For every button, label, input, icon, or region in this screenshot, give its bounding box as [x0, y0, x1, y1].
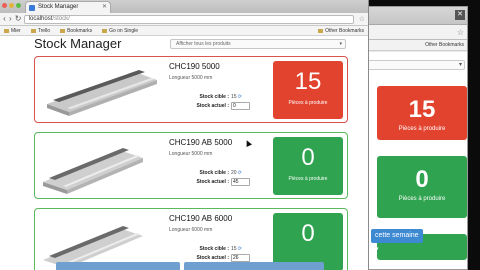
week-dropdown-button[interactable]: cette semaine ▾	[371, 229, 423, 253]
tab-close-icon[interactable]: ✕	[102, 3, 107, 10]
address-bar: ‹ › ↻ localhost/stock/ ☆	[0, 13, 368, 26]
background-browser-window[interactable]: ✕ ☆ Other Bookmarks ▾ 15 Pièces à produi…	[357, 6, 468, 270]
stock-cible-row: Stock cible : 20 ⟳	[199, 170, 242, 176]
product-card: CHC190 AB 6000 Longueur 6000 mm Stock ci…	[34, 208, 348, 270]
page-title: Stock Manager	[34, 36, 122, 51]
bg-product-card: 0 Pièces à produire	[371, 152, 467, 222]
stock-cible-value: 15	[231, 94, 237, 100]
stock-cible-row: Stock cible : 15 ⟳	[199, 94, 242, 100]
pieces-count: 0	[301, 220, 315, 247]
pieces-count: 0	[301, 144, 315, 171]
folder-icon	[318, 28, 324, 33]
folder-icon	[102, 28, 108, 33]
bg-product-card: 15 Pièces à produire	[371, 82, 467, 144]
stock-cible-value: 20	[231, 170, 237, 176]
folder-icon	[4, 28, 9, 33]
product-name: CHC190 AB 6000	[169, 214, 233, 223]
product-image	[47, 70, 157, 116]
product-card: CHC190 5000 Longueur 5000 mm Stock cible…	[34, 56, 348, 123]
bookmark-item[interactable]: Trello	[30, 28, 50, 34]
stock-actuel-input[interactable]: 45	[231, 178, 250, 186]
close-window-icon[interactable]	[2, 3, 7, 8]
stock-actuel-row: Stock actuel : 26	[185, 254, 250, 262]
bg-pieces-label: Pièces à produire	[398, 196, 446, 202]
window-close-icon[interactable]: ✕	[455, 10, 465, 20]
product-length: Longueur 5000 mm	[169, 151, 213, 157]
stock-actuel-input[interactable]: 0	[231, 102, 250, 110]
footer-button[interactable]	[184, 262, 324, 270]
maximize-window-icon[interactable]	[16, 3, 21, 8]
other-bookmarks[interactable]: Other Bookmarks	[318, 28, 364, 34]
stock-cible-row: Stock cible : 15 ⟳	[199, 246, 242, 252]
bg-bookmarks-bar[interactable]: Other Bookmarks	[358, 40, 467, 51]
tab-bar: Stock Manager ✕	[0, 0, 368, 13]
bookmark-item[interactable]: Mier	[4, 28, 21, 34]
stock-actuel-row: Stock actuel : 0	[185, 102, 250, 110]
product-length: Longueur 5000 mm	[169, 75, 213, 81]
pieces-label: Pièces à produire	[288, 176, 328, 182]
pieces-badge: 0 Pièces à produire	[273, 137, 343, 195]
main-browser-window[interactable]: Stock Manager ✕ ‹ › ↻ localhost/stock/ ☆…	[0, 0, 369, 270]
bookmark-star-icon[interactable]: ☆	[457, 28, 464, 37]
back-icon[interactable]: ‹	[3, 15, 6, 23]
url-input[interactable]: localhost/stock/	[23, 14, 354, 24]
bookmarks-bar: Mier Trello Bookmarks Go on Single Other…	[0, 26, 368, 36]
tab-title: Stock Manager	[38, 4, 79, 10]
refresh-icon[interactable]: ⟳	[238, 246, 242, 252]
stock-actuel-input[interactable]: 26	[231, 254, 250, 262]
product-name: CHC190 AB 5000	[169, 138, 233, 147]
pieces-count: 15	[294, 68, 322, 95]
footer-button[interactable]	[56, 262, 180, 270]
bg-pieces-count: 0	[415, 166, 429, 193]
product-length: Longueur 6000 mm	[169, 227, 213, 233]
bookmark-star-icon[interactable]: ☆	[359, 15, 365, 23]
page-content: Stock Manager Afficher tous les produits…	[0, 36, 368, 270]
forward-icon[interactable]: ›	[9, 15, 12, 23]
favicon-icon	[29, 5, 35, 11]
pieces-label: Pièces à produire	[288, 100, 328, 106]
tab-stock-manager[interactable]: Stock Manager ✕	[25, 1, 111, 13]
bookmark-item[interactable]: Bookmarks	[60, 28, 92, 34]
refresh-icon[interactable]: ⟳	[238, 170, 242, 176]
url-host: localhost	[28, 15, 53, 22]
window-controls	[2, 3, 21, 8]
product-name: CHC190 5000	[169, 62, 220, 71]
bg-pieces-badge: 15 Pièces à produire	[377, 86, 467, 140]
url-path: /stock/	[52, 15, 70, 22]
product-filter-select[interactable]: Afficher tous les produits ▾	[170, 39, 346, 49]
folder-icon	[60, 28, 66, 33]
bg-pieces-count: 15	[408, 96, 436, 123]
pieces-badge: 15 Pièces à produire	[273, 61, 343, 119]
bookmark-item[interactable]: Go on Single	[102, 28, 138, 34]
stock-cible-value: 15	[231, 246, 237, 252]
reload-icon[interactable]: ↻	[15, 15, 22, 23]
product-image	[43, 148, 143, 194]
bg-pieces-label: Pièces à produire	[398, 126, 446, 132]
stock-actuel-row: Stock actuel : 45	[185, 178, 250, 186]
bg-pieces-badge: 0 Pièces à produire	[377, 156, 467, 218]
product-card: CHC190 AB 5000 Longueur 5000 mm Stock ci…	[34, 132, 348, 199]
bg-tab-bar: ✕	[358, 7, 467, 25]
minimize-window-icon[interactable]	[9, 3, 14, 8]
refresh-icon[interactable]: ⟳	[238, 94, 242, 100]
chevron-down-icon: ▾	[339, 41, 342, 47]
folder-icon	[30, 28, 36, 33]
bg-product-select[interactable]: ▾	[364, 60, 465, 70]
bg-address-bar[interactable]: ☆	[358, 25, 467, 40]
